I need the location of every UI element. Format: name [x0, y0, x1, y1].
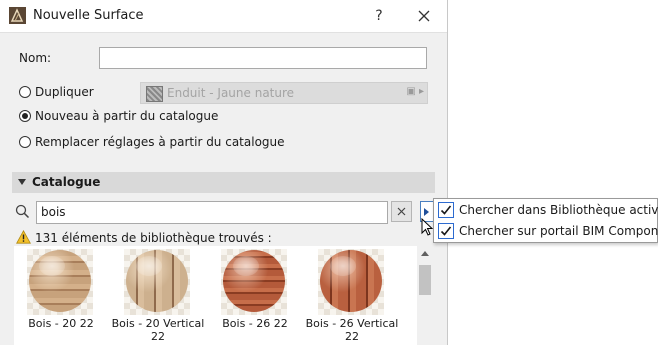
surface-picker-icon: ▣ ▸ [406, 86, 424, 97]
clear-icon [397, 207, 406, 216]
help-button[interactable]: ? [367, 4, 391, 28]
menu-item-label: Chercher dans Bibliothèque active [459, 203, 658, 217]
results-scrollbar[interactable] [417, 246, 433, 345]
catalog-results-grid: Bois - 20 22 Bois - 20 Vertical 22 Bois … [14, 246, 417, 345]
radio-new-from-catalog[interactable] [19, 110, 31, 122]
name-input[interactable] [99, 47, 427, 69]
radio-replace-from-catalog-label[interactable]: Remplacer réglages à partir du catalogue [35, 135, 285, 149]
catalog-section-title: Catalogue [32, 175, 101, 189]
new-surface-dialog: Nouvelle Surface ? Nom: Dupliquer Enduit… [0, 0, 448, 345]
wood-sphere-light-vertical-icon [126, 250, 188, 312]
search-icon [15, 204, 30, 219]
checkbox-search-bim-components[interactable] [438, 223, 454, 239]
window-title: Nouvelle Surface [33, 8, 144, 23]
menu-item-label: Chercher sur portail BIM Components [459, 224, 658, 238]
material-thumbnail [27, 249, 93, 315]
close-icon [418, 10, 430, 22]
expand-arrow-icon [424, 208, 429, 216]
collapse-triangle-icon [18, 179, 26, 185]
title-bar: Nouvelle Surface ? [0, 0, 447, 33]
scroll-up-arrow-icon[interactable] [421, 251, 429, 256]
catalog-item[interactable]: Bois - 20 Vertical 22 [111, 246, 205, 345]
catalog-section-header[interactable]: Catalogue [12, 172, 435, 193]
name-label: Nom: [19, 51, 52, 65]
catalog-search-input[interactable] [37, 202, 385, 221]
radio-duplicate-label[interactable]: Dupliquer [35, 85, 94, 99]
search-options-menu: Chercher dans Bibliothèque active Cherch… [433, 198, 658, 243]
wood-sphere-red-horizontal-icon [223, 250, 285, 312]
catalog-search-field[interactable] [36, 201, 388, 224]
archicad-app-icon [9, 7, 26, 24]
wood-sphere-light-horizontal-icon [29, 250, 91, 312]
surface-select-value: Enduit - Jaune nature [167, 86, 295, 100]
catalog-item[interactable]: Bois - 26 Vertical 22 [305, 246, 399, 345]
checkbox-search-active-library[interactable] [438, 202, 454, 218]
material-thumbnail [221, 249, 287, 315]
catalog-item[interactable]: Bois - 20 22 [14, 246, 108, 345]
wood-sphere-red-vertical-icon [320, 250, 382, 312]
menu-item-search-bim-components[interactable]: Chercher sur portail BIM Components [434, 221, 658, 242]
results-count: 131 éléments de bibliothèque trouvés : [35, 231, 272, 245]
surface-select: Enduit - Jaune nature ▣ ▸ [140, 82, 428, 104]
catalog-item-caption: Bois - 20 22 [28, 317, 94, 330]
radio-new-from-catalog-label[interactable]: Nouveau à partir du catalogue [35, 109, 218, 123]
catalog-item[interactable]: Bois - 26 22 [208, 246, 302, 345]
menu-item-search-active-library[interactable]: Chercher dans Bibliothèque active [434, 200, 658, 221]
checkmark-icon [440, 205, 452, 215]
catalog-item-caption: Bois - 26 Vertical 22 [305, 317, 399, 343]
catalog-item-caption: Bois - 26 22 [222, 317, 288, 330]
warning-icon [16, 230, 31, 244]
radio-replace-from-catalog[interactable] [19, 136, 31, 148]
clear-search-button[interactable] [391, 201, 412, 222]
surface-swatch [146, 86, 163, 102]
close-button[interactable] [412, 4, 436, 28]
scrollbar-thumb[interactable] [419, 265, 431, 295]
material-thumbnail [318, 249, 384, 315]
radio-duplicate[interactable] [19, 86, 31, 98]
checkmark-icon [440, 226, 452, 236]
catalog-item-caption: Bois - 20 Vertical 22 [111, 317, 205, 343]
material-thumbnail [124, 249, 190, 315]
mouse-cursor-icon [421, 218, 433, 236]
